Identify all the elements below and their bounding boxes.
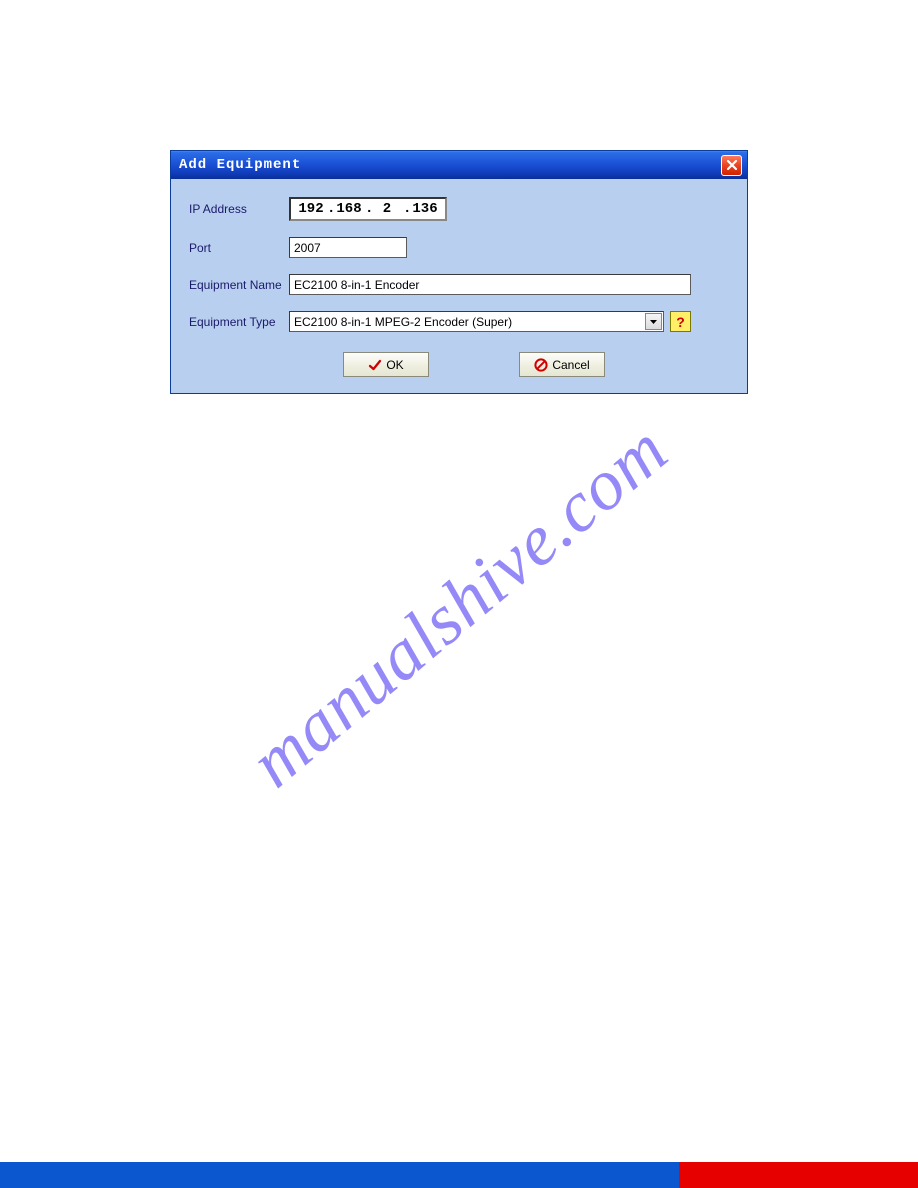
close-icon <box>726 159 738 171</box>
equipment-name-input[interactable] <box>289 274 691 295</box>
footer-red <box>679 1162 918 1188</box>
row-eqname: Equipment Name <box>189 274 729 295</box>
cancel-button[interactable]: Cancel <box>519 352 605 377</box>
label-eqtype: Equipment Type <box>189 315 289 329</box>
help-button[interactable]: ? <box>670 311 691 332</box>
ok-button[interactable]: OK <box>343 352 429 377</box>
ip-octet-1[interactable]: 192 <box>295 201 327 217</box>
question-icon: ? <box>676 314 685 330</box>
close-button[interactable] <box>721 155 742 176</box>
titlebar[interactable]: Add Equipment <box>171 151 747 179</box>
add-equipment-dialog: Add Equipment IP Address 192 . 168 . 2 .… <box>170 150 748 394</box>
row-port: Port <box>189 237 729 258</box>
chevron-down-icon <box>650 320 657 324</box>
cancel-label: Cancel <box>552 358 589 372</box>
ok-label: OK <box>386 358 403 372</box>
label-ip: IP Address <box>189 202 289 216</box>
cancel-icon <box>534 358 548 372</box>
watermark-text: manualshive.com <box>234 408 683 804</box>
equipment-type-wrap: EC2100 8-in-1 MPEG-2 Encoder (Super) ? <box>289 311 691 332</box>
button-row: OK Cancel <box>189 352 729 377</box>
row-eqtype: Equipment Type EC2100 8-in-1 MPEG-2 Enco… <box>189 311 729 332</box>
equipment-type-value: EC2100 8-in-1 MPEG-2 Encoder (Super) <box>294 315 512 329</box>
dialog-title: Add Equipment <box>179 157 301 173</box>
footer-blue <box>0 1162 679 1188</box>
ip-octet-3[interactable]: 2 <box>371 201 403 217</box>
ip-octet-4[interactable]: 136 <box>409 201 441 217</box>
row-ip: IP Address 192 . 168 . 2 . 136 <box>189 197 729 221</box>
equipment-type-select[interactable]: EC2100 8-in-1 MPEG-2 Encoder (Super) <box>289 311 664 332</box>
dropdown-arrow-button[interactable] <box>645 313 662 330</box>
label-port: Port <box>189 241 289 255</box>
label-eqname: Equipment Name <box>189 278 289 292</box>
port-input[interactable] <box>289 237 407 258</box>
dialog-body: IP Address 192 . 168 . 2 . 136 Port Equi… <box>171 179 747 393</box>
ip-octet-2[interactable]: 168 <box>333 201 365 217</box>
ip-address-input[interactable]: 192 . 168 . 2 . 136 <box>289 197 447 221</box>
check-icon <box>368 358 382 372</box>
footer-bar <box>0 1162 918 1188</box>
